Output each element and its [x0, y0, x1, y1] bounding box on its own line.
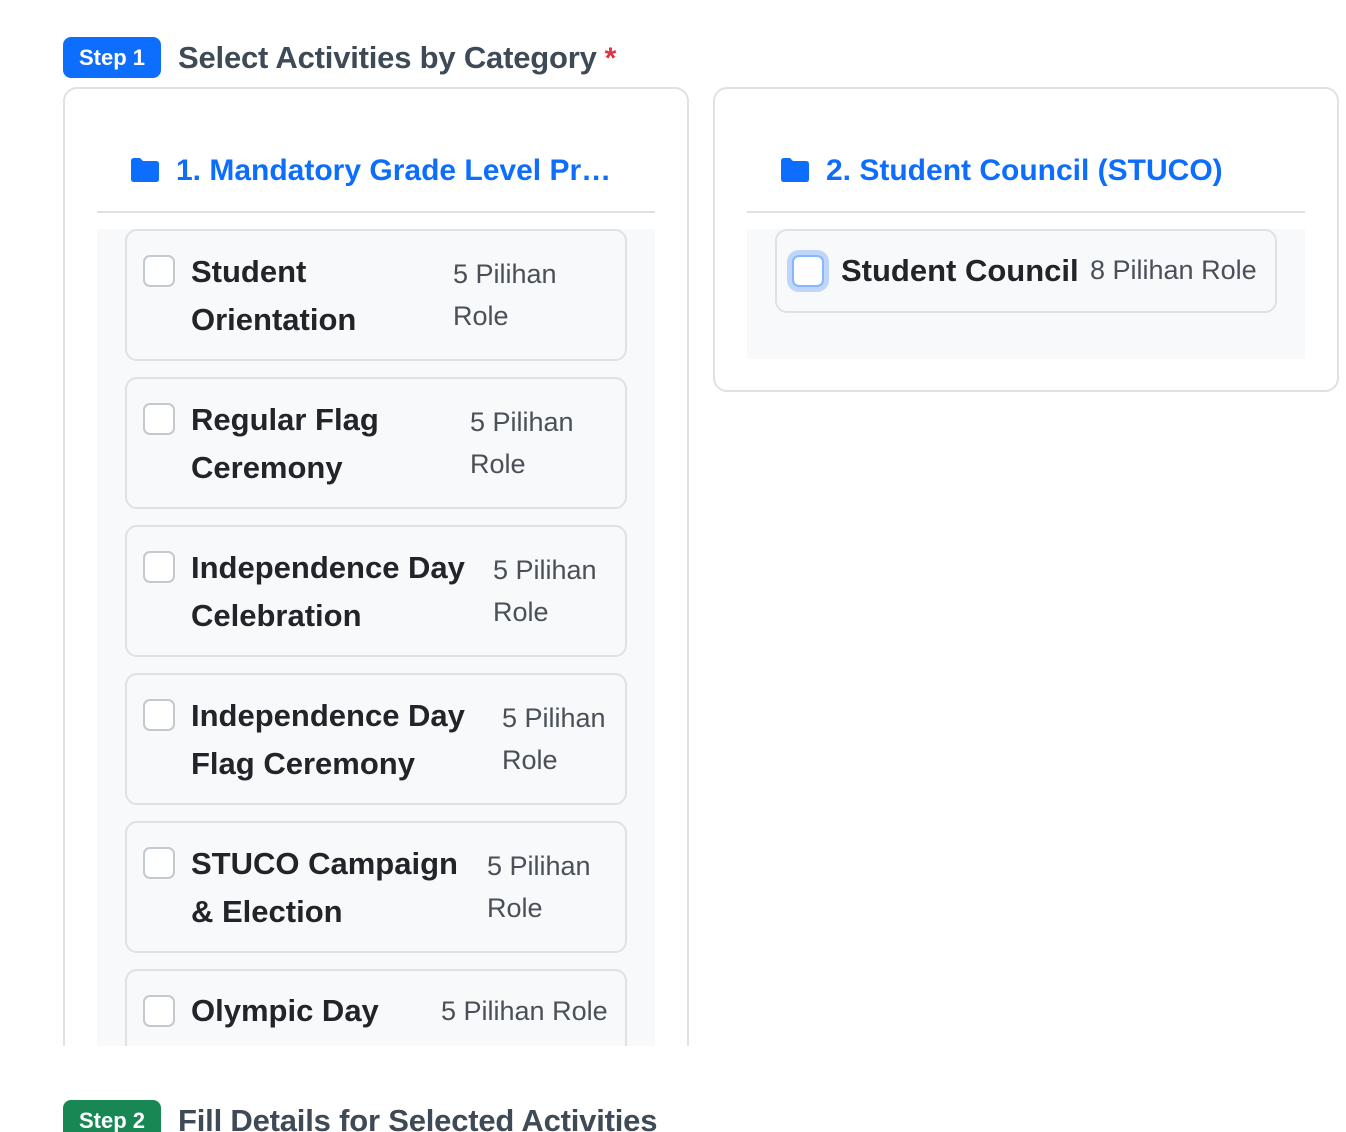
folder-icon	[131, 158, 159, 182]
category-title: 2. Student Council (STUCO)	[826, 154, 1223, 187]
activity-item-regular-flag-ceremony[interactable]: Regular Flag Ceremony 5 Pilihan Role	[125, 377, 627, 509]
activity-name: STUCO Campaign & Election	[191, 846, 458, 929]
activity-checkbox[interactable]	[143, 403, 175, 435]
activity-name: Independence Day Flag Ceremony	[191, 698, 465, 781]
step-2-badge: Step 2	[63, 1100, 162, 1132]
activity-roles: 5 Pilihan Role	[493, 555, 597, 627]
activity-item-independence-day-celebration[interactable]: Independence Day Celebration 5 Pilihan R…	[125, 525, 627, 657]
category-header[interactable]: 1. Mandatory Grade Level Programs	[97, 145, 655, 213]
folder-icon	[781, 158, 809, 182]
activity-checkbox[interactable]	[143, 847, 175, 879]
step-1-title: Select Activities by Category *	[178, 39, 617, 75]
activity-list: Student Council 8 Pilihan Role	[747, 229, 1305, 359]
required-mark: *	[604, 41, 617, 75]
activity-roles: 8 Pilihan Role	[1090, 255, 1257, 285]
activity-checkbox[interactable]	[143, 255, 175, 287]
activity-name: Student Orientation	[191, 254, 357, 337]
activity-checkbox[interactable]	[143, 551, 175, 583]
activity-list: Student Orientation 5 Pilihan Role Regul…	[97, 229, 655, 1069]
activity-checkbox[interactable]	[143, 699, 175, 731]
activity-roles: 5 Pilihan Role	[470, 407, 574, 479]
category-card-student-council: 2. Student Council (STUCO) Student Counc…	[713, 87, 1339, 392]
activity-roles: 5 Pilihan Role	[441, 996, 608, 1026]
activity-checkbox[interactable]	[143, 995, 175, 1027]
category-header[interactable]: 2. Student Council (STUCO)	[747, 145, 1305, 213]
activity-roles: 5 Pilihan Role	[453, 259, 557, 331]
page: Step 1 Select Activities by Category * 1.…	[0, 0, 1346, 1132]
activity-name: Student Council	[841, 253, 1079, 288]
step-2-header: Step 2 Fill Details for Selected Activit…	[63, 1100, 657, 1132]
category-title: 1. Mandatory Grade Level Programs	[176, 154, 624, 187]
activity-item-student-council[interactable]: Student Council 8 Pilihan Role	[775, 229, 1277, 313]
activity-name: Olympic Day	[191, 993, 379, 1028]
activity-name: Regular Flag Ceremony	[191, 402, 379, 485]
activity-item-student-orientation[interactable]: Student Orientation 5 Pilihan Role	[125, 229, 627, 361]
activity-roles: 5 Pilihan Role	[502, 703, 606, 775]
step-1-badge: Step 1	[63, 37, 162, 78]
activity-item-stuco-campaign-election[interactable]: STUCO Campaign & Election 5 Pilihan Role	[125, 821, 627, 953]
activity-name: Independence Day Celebration	[191, 550, 465, 633]
activity-checkbox[interactable]	[792, 255, 824, 287]
step-1-header: Step 1 Select Activities by Category *	[63, 37, 616, 78]
activity-item-independence-day-flag-ceremony[interactable]: Independence Day Flag Ceremony 5 Pilihan…	[125, 673, 627, 805]
category-card-mandatory: 1. Mandatory Grade Level Programs Studen…	[63, 87, 689, 1087]
step-2-title: Fill Details for Selected Activities	[178, 1102, 658, 1132]
activity-roles: 5 Pilihan Role	[487, 851, 591, 923]
